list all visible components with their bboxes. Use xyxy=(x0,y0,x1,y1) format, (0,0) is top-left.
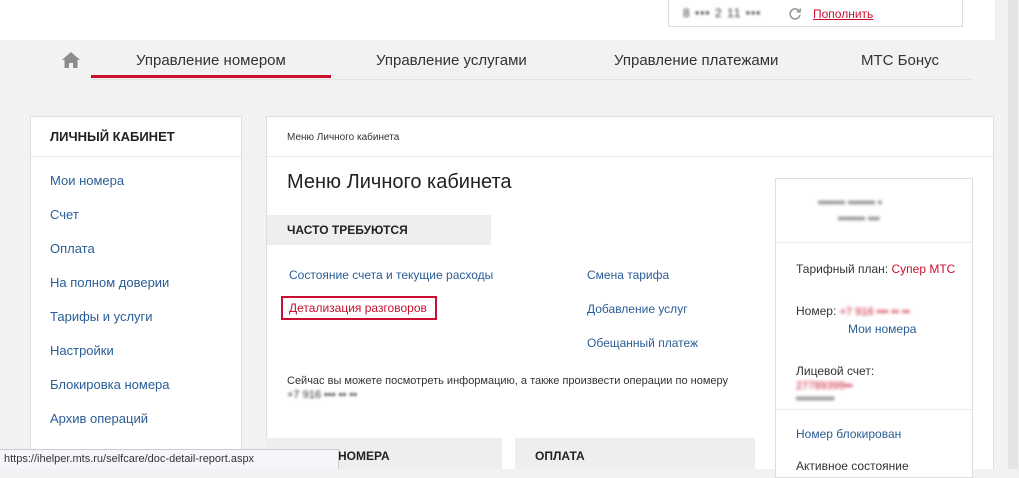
card-account-value: 27789399•• xyxy=(796,380,853,392)
user-card: ••••••• ••••••• • ••••••• ••• Тарифный п… xyxy=(775,178,973,478)
page-title: Меню Личного кабинета xyxy=(287,171,512,193)
nav-divider xyxy=(91,79,971,80)
page-scrollbar-thumb[interactable] xyxy=(1008,0,1018,469)
card-divider xyxy=(776,409,972,410)
sidebar-item-payment[interactable]: Оплата xyxy=(50,241,95,256)
main-nav: Управление номером Управление услугами У… xyxy=(30,40,995,108)
card-account-value-2: •••••••••• xyxy=(796,393,835,405)
main-panel: Меню Личного кабинета Меню Личного кабин… xyxy=(266,116,994,478)
panel-payment-header: ОПЛАТА xyxy=(515,438,755,469)
card-header: ••••••• ••••••• • ••••••• ••• xyxy=(776,179,972,243)
home-icon[interactable] xyxy=(62,52,80,68)
card-name-line1: ••••••• ••••••• • xyxy=(818,197,882,209)
breadcrumb-divider xyxy=(267,156,993,157)
breadcrumb[interactable]: Меню Личного кабинета xyxy=(287,132,399,143)
topup-link[interactable]: Пополнить xyxy=(813,7,873,21)
balance-box: 8 ••• 2 11 ••• Пополнить xyxy=(668,0,963,27)
section-header-frequent: ЧАСТО ТРЕБУЮТСЯ xyxy=(267,215,491,245)
nav-item-number-management[interactable]: Управление номером xyxy=(136,52,286,69)
card-number-row: Номер: +7 916 ••• •• •• xyxy=(796,304,910,318)
sidebar-item-full-trust[interactable]: На полном доверии xyxy=(50,275,169,290)
sidebar-item-my-numbers[interactable]: Мои номера xyxy=(50,173,124,188)
nav-item-payments-management[interactable]: Управление платежами xyxy=(614,52,778,69)
balance-value: 8 ••• 2 11 ••• xyxy=(683,6,762,20)
link-balance-expenses[interactable]: Состояние счета и текущие расходы xyxy=(289,268,493,282)
card-my-numbers-link[interactable]: Мои номера xyxy=(848,322,916,336)
link-add-services[interactable]: Добавление услуг xyxy=(587,302,688,316)
card-blocked-link[interactable]: Номер блокирован xyxy=(796,427,901,441)
nav-item-mts-bonus[interactable]: МТС Бонус xyxy=(861,52,939,69)
sidebar-item-number-block[interactable]: Блокировка номера xyxy=(50,377,170,392)
card-account-label: Лицевой счет: xyxy=(796,364,875,378)
sidebar-title: ЛИЧНЫЙ КАБИНЕТ xyxy=(31,117,241,157)
refresh-icon[interactable] xyxy=(788,7,802,21)
sidebar-item-settings[interactable]: Настройки xyxy=(50,343,114,358)
sidebar: ЛИЧНЫЙ КАБИНЕТ Мои номера Счет Оплата На… xyxy=(30,116,242,456)
nav-active-indicator xyxy=(91,75,331,78)
card-name-line2: ••••••• ••• xyxy=(838,213,880,225)
link-call-details[interactable]: Детализация разговоров xyxy=(281,296,437,320)
card-number-value: +7 916 ••• •• •• xyxy=(839,306,910,318)
card-tariff-row: Тарифный план: Супер МТС xyxy=(796,262,955,276)
card-tariff-label: Тарифный план: xyxy=(796,262,889,276)
browser-status-bar: https://ihelper.mts.ru/selfcare/doc-deta… xyxy=(0,449,339,469)
info-number: +7 916 ••• •• •• xyxy=(287,389,358,401)
sidebar-item-tariffs-services[interactable]: Тарифы и услуги xyxy=(50,309,153,324)
card-active-state: Активное состояние xyxy=(796,459,909,473)
link-promised-payment[interactable]: Обещанный платеж xyxy=(587,336,698,350)
sidebar-item-account[interactable]: Счет xyxy=(50,207,79,222)
card-number-label: Номер: xyxy=(796,304,837,318)
info-text: Сейчас вы можете посмотреть информацию, … xyxy=(287,375,728,387)
link-change-tariff[interactable]: Смена тарифа xyxy=(587,268,669,282)
sidebar-item-operations-archive[interactable]: Архив операций xyxy=(50,411,148,426)
nav-item-services-management[interactable]: Управление услугами xyxy=(376,52,527,69)
card-tariff-value: Супер МТС xyxy=(891,262,956,276)
